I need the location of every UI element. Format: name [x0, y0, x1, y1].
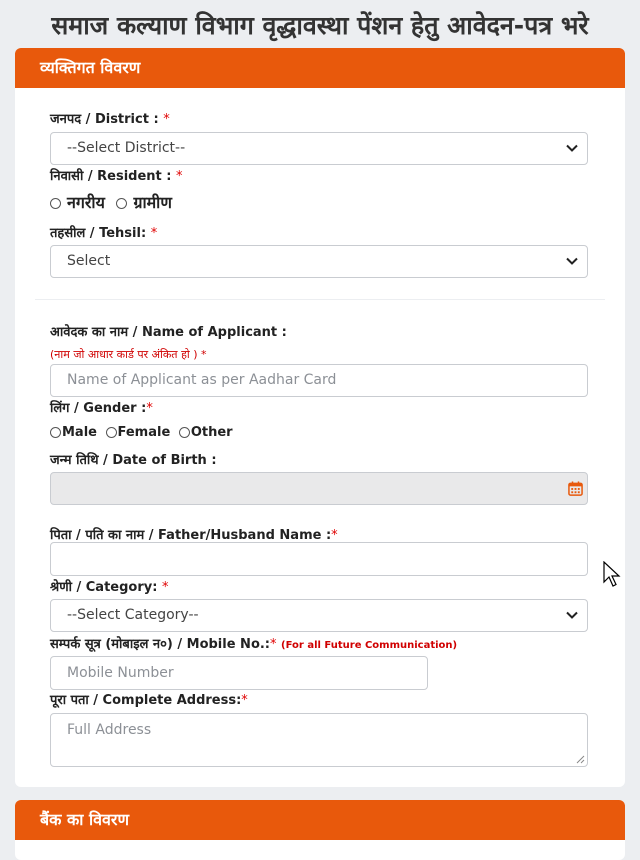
applicant-name-label: आवेदक का नाम / Name of Applicant :	[50, 325, 287, 340]
resident-urban-radio[interactable]	[50, 198, 61, 209]
bank-details-header: बैंक का विवरण	[15, 800, 625, 840]
district-label: जनपद / District : *	[50, 112, 170, 127]
tehsil-selected-value: Select	[67, 253, 111, 269]
address-placeholder: Full Address	[67, 722, 152, 738]
tehsil-select[interactable]: Select	[50, 245, 588, 278]
mobile-note: (For all Future Communication)	[281, 640, 458, 651]
bank-details-card: बैंक का विवरण	[15, 800, 625, 860]
resident-urban-label: नगरीय	[67, 193, 105, 212]
district-select[interactable]: --Select District--	[50, 132, 588, 165]
mobile-label: सम्पर्क सूत्र (मोबाइल न०) / Mobile No.:*…	[50, 637, 458, 652]
father-name-input[interactable]	[50, 542, 588, 576]
district-selected-value: --Select District--	[67, 140, 186, 156]
address-textarea[interactable]: Full Address	[50, 713, 588, 767]
father-name-label: पिता / पति का नाम / Father/Husband Name …	[50, 528, 338, 543]
applicant-name-input[interactable]: Name of Applicant as per Aadhar Card	[50, 364, 588, 397]
mouse-cursor-icon	[603, 561, 621, 587]
personal-details-card: व्यक्तिगत विवरण जनपद / District : * --Se…	[15, 48, 625, 787]
dob-label: जन्म तिथि / Date of Birth :	[50, 453, 217, 468]
gender-label: लिंग / Gender :*	[50, 401, 153, 416]
dob-input[interactable]	[50, 472, 588, 505]
gender-female-label: Female	[117, 425, 171, 440]
gender-radio-group: Male Female Other	[50, 425, 233, 440]
chevron-down-icon	[566, 144, 578, 152]
resize-handle-icon[interactable]	[575, 754, 585, 764]
category-label: श्रेणी / Category: *	[50, 580, 169, 595]
resident-rural-label: ग्रामीण	[133, 193, 172, 212]
gender-other-radio[interactable]	[178, 427, 190, 438]
applicant-name-note: (नाम जो आधार कार्ड पर अंकित हो ) *	[50, 348, 207, 361]
resident-label: निवासी / Resident : *	[50, 169, 183, 184]
resident-rural-radio[interactable]	[116, 198, 128, 209]
page-title: समाज कल्याण विभाग वृद्धावस्था पेंशन हेतु…	[51, 11, 589, 40]
personal-details-header: व्यक्तिगत विवरण	[15, 48, 625, 88]
tehsil-label: तहसील / Tehsil: *	[50, 226, 158, 241]
gender-male-radio[interactable]	[50, 427, 61, 438]
gender-other-label: Other	[190, 425, 233, 440]
chevron-down-icon	[566, 257, 578, 265]
category-select[interactable]: --Select Category--	[50, 599, 588, 632]
chevron-down-icon	[566, 611, 578, 619]
category-selected-value: --Select Category--	[67, 607, 199, 623]
gender-female-radio[interactable]	[105, 427, 117, 438]
resident-radio-group: नगरीय ग्रामीण	[50, 191, 172, 213]
calendar-icon[interactable]	[568, 481, 583, 496]
section-divider	[35, 299, 605, 300]
address-label: पूरा पता / Complete Address:*	[50, 693, 248, 708]
mobile-input[interactable]: Mobile Number	[50, 656, 428, 690]
gender-male-label: Male	[62, 425, 97, 440]
